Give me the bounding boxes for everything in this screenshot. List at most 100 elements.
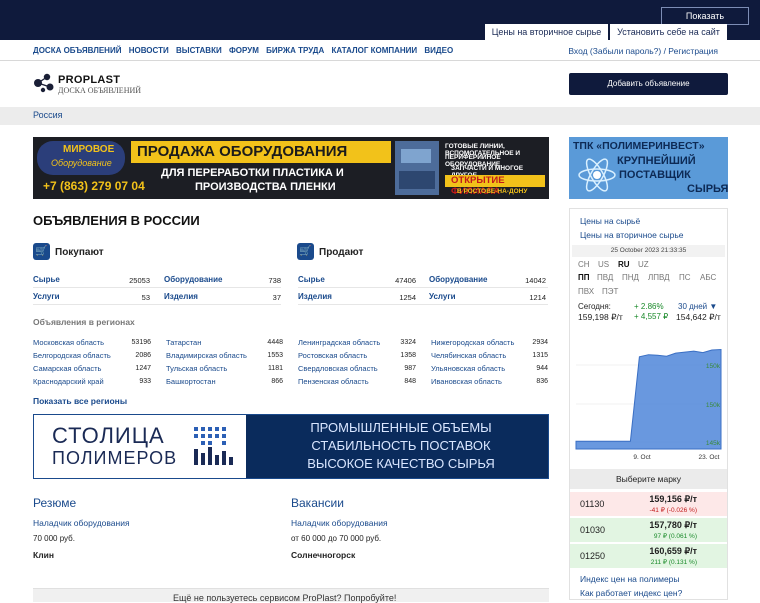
logo-icon[interactable] [33,72,55,94]
sell-products-link[interactable]: Изделия [298,292,332,301]
raw-prices-link[interactable]: Цены на сырьё [580,216,640,226]
resume-salary: 70 000 руб. [33,534,75,543]
region-link[interactable]: Ленинградская область [298,338,380,347]
nav-video[interactable]: ВИДЕО [424,46,453,55]
sell-products-count: 1254 [399,293,416,302]
region-count: 848 [404,378,416,385]
region-count: 4448 [267,339,283,346]
buy-equipment-count: 738 [268,276,281,285]
equipment-banner[interactable]: МИРОВОЕ Оборудование +7 (863) 279 07 04 … [33,137,549,199]
region-link[interactable]: Пензенская область [298,377,369,386]
buy-raw-link[interactable]: Сырье [33,275,60,284]
nav-exhibitions[interactable]: ВЫСТАВКИ [176,46,222,55]
region-count: 1247 [135,365,151,372]
region-link[interactable]: Тульская область [166,364,227,373]
period-select[interactable]: 30 дней ▼ [678,302,717,311]
promo-text[interactable]: Ещё не пользуетесь сервисом ProPlast? По… [173,593,396,603]
region-count: 2934 [532,339,548,346]
region-link[interactable]: Владимирская область [166,351,247,360]
tab-uz[interactable]: UZ [638,260,649,269]
regions-heading: Объявления в регионах [33,317,135,327]
subtab-ps[interactable]: ПС [679,273,691,282]
region-link[interactable]: Белгородская область [33,351,111,360]
row-divider [33,287,281,288]
price-date: 25 October 2023 21:33:35 [572,245,725,257]
subtab-pvd[interactable]: ПВД [597,273,613,282]
main-nav: ДОСКА ОБЪЯВЛЕНИЙ НОВОСТИ ВЫСТАВКИ ФОРУМ … [33,46,458,55]
vacancy-job-link[interactable]: Наладчик оборудования [291,518,388,528]
subtab-abs[interactable]: АБС [700,273,716,282]
show-button[interactable]: Показать [661,7,749,25]
region-link[interactable]: Свердловская область [298,364,378,373]
price-chart[interactable]: 150k 150k 145k 9. Oct 23. Oct [570,325,727,465]
region-link[interactable]: Башкортостан [166,377,216,386]
tab-cn[interactable]: СН [578,260,590,269]
logo-subtitle: ДОСКА ОБЪЯВЛЕНИЙ [58,86,142,95]
region-link[interactable]: Россия [33,110,63,120]
region-link[interactable]: Ивановская область [431,377,502,386]
vacancies-heading[interactable]: Вакансии [291,496,344,510]
region-link[interactable]: Московская область [33,338,104,347]
brand-change: 97 ₽ (0.061 %) [653,533,697,540]
region-count: 866 [271,378,283,385]
sell-equipment-link[interactable]: Оборудование [429,275,488,284]
subtab-pp[interactable]: ПП [578,273,590,282]
buy-services-link[interactable]: Услуги [33,292,60,301]
add-ad-button[interactable]: Добавить объявление [569,73,728,95]
nav-news[interactable]: НОВОСТИ [129,46,169,55]
tab-us[interactable]: US [598,260,609,269]
region-link[interactable]: Краснодарский край [33,377,104,386]
secondary-prices-button[interactable]: Цены на вторичное сырье [485,24,608,40]
secondary-prices-link[interactable]: Цены на вторичное сырье [580,230,683,240]
nav-divider [0,60,760,61]
nav-forum[interactable]: ФОРУМ [229,46,259,55]
price-index-link[interactable]: Индекс цен на полимеры [580,574,680,584]
cart-icon: 🛒 [33,243,50,260]
stolitsa-polimerov-banner[interactable]: СТОЛИЦА ПОЛИМЕРОВ ПРОМЫШЛЕННЫЕ ОБЪЕМЫ СТ… [33,414,549,479]
region-link[interactable]: Самарская область [33,364,101,373]
price-widget: Цены на сырьё Цены на вторичное сырье 25… [569,208,728,600]
banner-brand-top: МИРОВОЕ [63,144,115,155]
nav-jobs[interactable]: БИРЖА ТРУДА [266,46,324,55]
region-link[interactable]: Нижегородская область [431,338,514,347]
banner3-logo-1: СТОЛИЦА [52,423,165,448]
buy-products-count: 37 [272,293,281,302]
brand-row[interactable]: 01030 157,780 ₽/т 97 ₽ (0.061 %) [570,518,727,542]
buy-equipment-link[interactable]: Оборудование [164,275,223,284]
x-tick-label: 23. Oct [699,454,720,461]
install-widget-button[interactable]: Установить себе на сайт [610,24,727,40]
region-link[interactable]: Ростовская область [298,351,367,360]
resume-heading[interactable]: Резюме [33,496,76,510]
row-divider [298,304,548,305]
subtab-lpvd[interactable]: ЛПВД [648,273,670,282]
banner2-line-3: ПОСТАВЩИК [619,169,691,181]
how-index-works-link[interactable]: Как работает индекс цен? [580,588,682,598]
cart-icon: 🛒 [297,243,314,260]
resume-job-link[interactable]: Наладчик оборудования [33,518,130,528]
period-price: 154,642 ₽/т [676,312,721,322]
banner-title: ПРОДАЖА ОБОРУДОВАНИЯ [137,143,348,160]
region-link[interactable]: Ульяновская область [431,364,505,373]
show-all-regions-link[interactable]: Показать все регионы [33,396,127,406]
logo-name[interactable]: PROPLAST [58,74,120,86]
sell-raw-link[interactable]: Сырье [298,275,325,284]
tab-ru[interactable]: RU [618,260,630,269]
brand-row[interactable]: 01250 160,659 ₽/т 211 ₽ (0.131 %) [570,544,727,568]
auth-links[interactable]: Вход (Забыли пароль?) / Регистрация [568,46,718,56]
nav-board[interactable]: ДОСКА ОБЪЯВЛЕНИЙ [33,46,121,55]
region-link[interactable]: Татарстан [166,338,201,347]
polymerinvest-banner[interactable]: ТПК «ПОЛИМЕРИНВЕСТ» КРУПНЕЙШИЙ ПОСТАВЩИК… [569,137,728,199]
sell-services-link[interactable]: Услуги [429,292,456,301]
subtab-pet[interactable]: ПЭТ [602,287,618,296]
brand-row[interactable]: 01130 159,156 ₽/т -41 ₽ (-0.026 %) [570,492,727,516]
subtab-pnd[interactable]: ПНД [622,273,639,282]
today-price: 159,198 ₽/т [578,312,623,322]
brand-price: 159,156 ₽/т [649,494,697,504]
y-tick-label: 150k [706,402,721,409]
buy-products-link[interactable]: Изделия [164,292,198,301]
nav-catalog[interactable]: КАТАЛОГ КОМПАНИИ [331,46,417,55]
banner-phone: +7 (863) 279 07 04 [43,179,145,193]
region-link[interactable]: Челябинская область [431,351,506,360]
brand-code: 01030 [580,525,606,535]
subtab-pvh[interactable]: ПВХ [578,287,594,296]
